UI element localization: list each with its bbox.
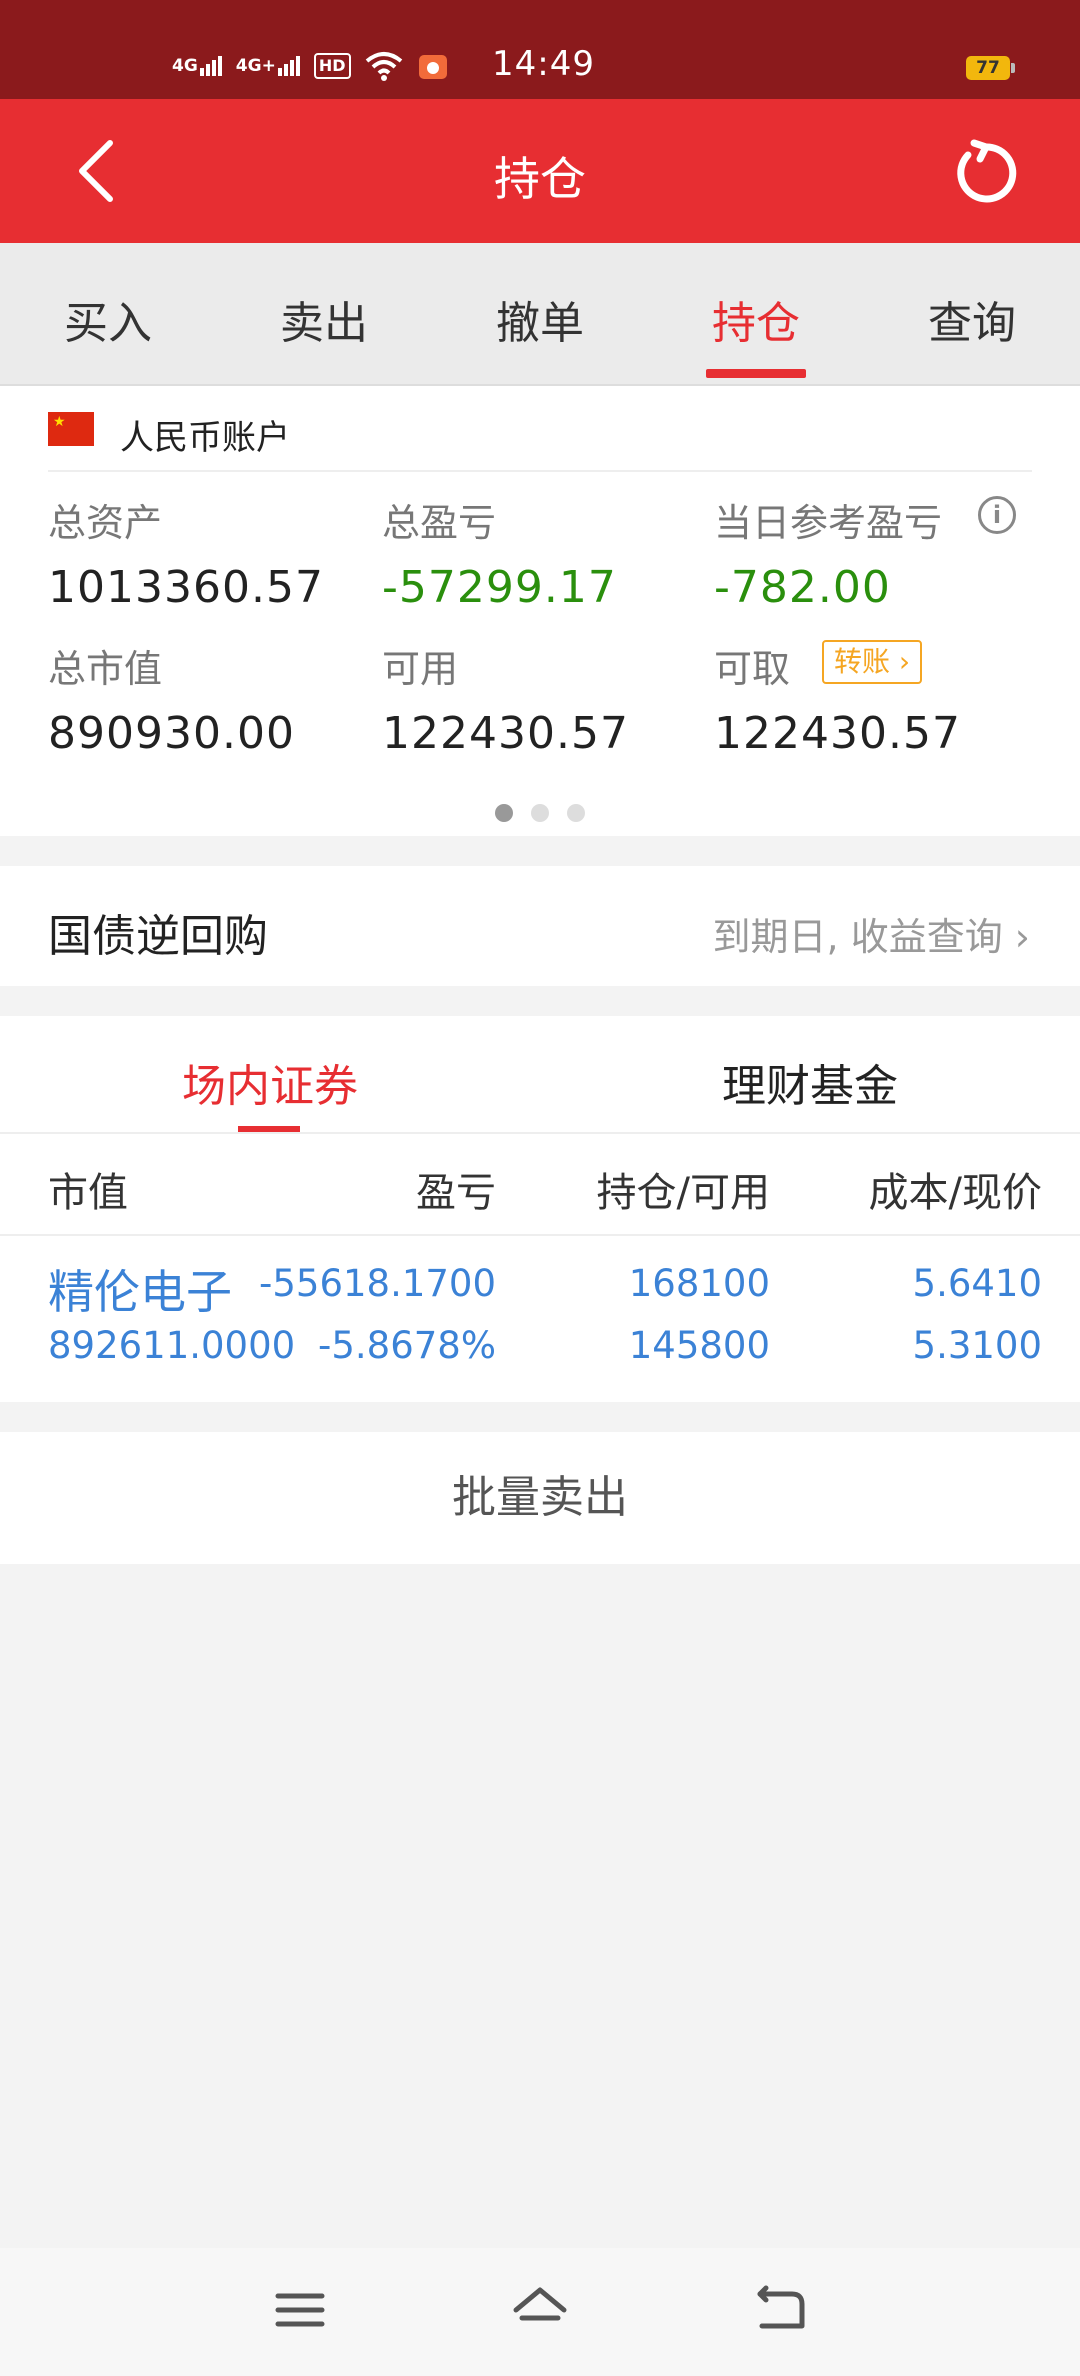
trade-tabs: 买入 卖出 撤单 持仓 查询 [0, 243, 1080, 386]
app-notification-icon [418, 55, 447, 79]
withdrawable-value: 122430.57 [714, 708, 961, 759]
page-dot [531, 804, 549, 822]
cellular-signal-icon: 4G [172, 56, 222, 76]
column-header-market-value: 市值 [48, 1170, 128, 1216]
reverse-repo-row[interactable]: 国债逆回购 到期日, 收益查询 › [0, 866, 1080, 986]
withdrawable-label: 可取 [714, 647, 791, 691]
status-icons: 4G 4G+ HD [172, 46, 449, 86]
clock: 14:49 [492, 44, 595, 84]
maturity-query-link[interactable]: 到期日, 收益查询 › [713, 906, 1030, 961]
page-dot [567, 804, 585, 822]
tab-wealth-funds[interactable]: 理财基金 [540, 1050, 1080, 1114]
total-pl-value: -57299.17 [382, 562, 617, 613]
transfer-label: 转账 [834, 645, 891, 678]
divider [0, 1132, 1080, 1134]
stock-name: 精伦电子 [48, 1265, 232, 1319]
info-icon[interactable]: i [978, 496, 1016, 534]
stock-available: 145800 [628, 1324, 770, 1367]
daily-pl-label: 当日参考盈亏 [714, 501, 943, 545]
stock-cost: 5.6410 [912, 1262, 1042, 1305]
divider [0, 1234, 1080, 1236]
stock-price: 5.3100 [912, 1324, 1042, 1367]
tab-cancel-order[interactable]: 撤单 [432, 287, 648, 351]
battery-icon: 77 [966, 56, 1015, 80]
chevron-right-icon: › [890, 645, 911, 678]
reverse-repo-title: 国债逆回购 [48, 911, 268, 962]
active-tab-indicator [706, 369, 806, 378]
column-header-pl: 盈亏 [416, 1170, 496, 1216]
daily-pl-value: -782.00 [714, 562, 891, 613]
divider [48, 470, 1032, 472]
market-value-value: 890930.00 [48, 708, 295, 759]
stock-pl-percent: -5.8678% [318, 1324, 496, 1367]
tab-buy[interactable]: 买入 [0, 287, 216, 351]
available-label: 可用 [382, 647, 459, 691]
transfer-button[interactable]: 转账 › [822, 640, 923, 684]
holdings-panel: 场内证券 理财基金 市值 盈亏 持仓/可用 成本/现价 精伦电子 892611.… [0, 1016, 1080, 1402]
wifi-icon [365, 52, 402, 81]
title-bar: 持仓 [0, 99, 1080, 243]
column-header-cost-price: 成本/现价 [868, 1170, 1042, 1216]
back-nav-icon[interactable] [748, 2278, 812, 2342]
network-type-label-2: 4G+ [235, 56, 276, 76]
china-flag-icon: ★ [48, 412, 94, 446]
page-title: 持仓 [494, 152, 586, 206]
refresh-icon[interactable] [946, 135, 1022, 211]
cellular-signal-icon-2: 4G+ [236, 56, 300, 76]
maturity-query-label: 到期日, 收益查询 [712, 915, 1003, 959]
tab-exchange-securities[interactable]: 场内证券 [0, 1050, 540, 1114]
account-name: 人民币账户 [120, 418, 290, 458]
page-dot-active [495, 804, 513, 822]
column-header-position: 持仓/可用 [596, 1170, 770, 1216]
network-type-label: 4G [172, 56, 198, 76]
chevron-right-icon: › [1002, 915, 1030, 959]
stock-pl: -55618.1700 [259, 1262, 496, 1305]
total-assets-value: 1013360.57 [48, 562, 324, 613]
total-assets-label: 总资产 [48, 501, 163, 545]
market-value-label: 总市值 [48, 647, 163, 691]
stock-position: 168100 [628, 1262, 770, 1305]
batch-sell-button[interactable]: 批量卖出 [0, 1432, 1080, 1564]
total-pl-label: 总盈亏 [382, 501, 497, 545]
hd-voice-icon: HD [313, 53, 351, 79]
home-icon[interactable] [508, 2278, 572, 2342]
page-indicator [0, 804, 1080, 822]
account-summary: ★ 人民币账户 总资产 1013360.57 总盈亏 -57299.17 当日参… [0, 386, 1080, 836]
tab-positions[interactable]: 持仓 [648, 287, 864, 351]
system-nav-bar [0, 2248, 1080, 2376]
menu-icon[interactable] [268, 2278, 332, 2342]
status-bar: 4G 4G+ HD 14:49 77 [0, 0, 1080, 99]
tab-sell[interactable]: 卖出 [216, 287, 432, 351]
tab-query[interactable]: 查询 [864, 287, 1080, 351]
available-value: 122430.57 [382, 708, 629, 759]
